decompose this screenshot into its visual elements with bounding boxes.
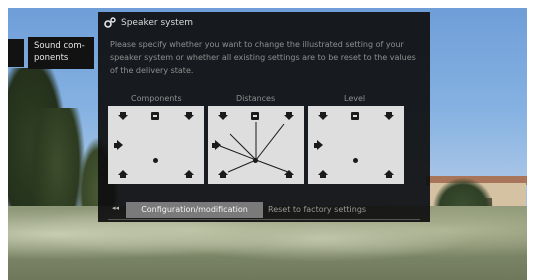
- subwoofer-icon: [353, 158, 358, 163]
- front-left-speaker-icon: [218, 112, 228, 120]
- components-panel[interactable]: [108, 106, 204, 184]
- dialog-description: Please specify whether you want to chang…: [110, 40, 416, 75]
- listener-position-icon: [253, 158, 258, 163]
- rear-left-speaker-icon: [318, 170, 328, 178]
- side-speaker-icon: [314, 140, 324, 150]
- side-speaker-icon: [114, 140, 124, 150]
- rear-left-speaker-icon: [118, 170, 128, 178]
- front-right-speaker-icon: [184, 112, 194, 120]
- center-speaker-icon: [351, 111, 361, 121]
- front-right-speaker-icon: [384, 112, 394, 120]
- speaker-system-dialog: Speaker system Please specify whether yo…: [98, 12, 430, 222]
- front-left-speaker-icon: [318, 112, 328, 120]
- subwoofer-icon: [153, 158, 158, 163]
- rear-right-speaker-icon: [284, 170, 294, 178]
- gear-icon: [104, 17, 116, 28]
- distances-panel[interactable]: [208, 106, 304, 184]
- dialog-title: Speaker system: [121, 18, 194, 28]
- label-components: Components: [131, 94, 182, 103]
- back-nav-icon[interactable]: ◂◂: [112, 204, 119, 212]
- rear-left-speaker-icon: [218, 170, 228, 178]
- dialog-header: Speaker system: [104, 16, 193, 30]
- front-left-speaker-icon: [118, 112, 128, 120]
- sidebar-tab-label: Sound com- ponents: [34, 41, 85, 63]
- rear-right-speaker-icon: [384, 170, 394, 178]
- side-speaker-icon: [212, 140, 222, 150]
- sidebar-tab-sound-components[interactable]: Sound com- ponents: [28, 37, 94, 69]
- center-speaker-icon: [251, 111, 261, 121]
- dialog-action-bar: ◂◂ Configuration/modification Reset to f…: [108, 202, 420, 218]
- level-panel[interactable]: [308, 106, 404, 184]
- front-right-speaker-icon: [284, 112, 294, 120]
- reset-factory-settings-button[interactable]: Reset to factory settings: [268, 202, 366, 218]
- bottom-divider: [108, 219, 420, 220]
- label-distances: Distances: [236, 94, 276, 103]
- back-arrow-tab[interactable]: [8, 39, 24, 67]
- center-speaker-icon: [151, 111, 161, 121]
- rear-right-speaker-icon: [184, 170, 194, 178]
- label-level: Level: [344, 94, 366, 103]
- configuration-button[interactable]: Configuration/modification: [126, 202, 263, 218]
